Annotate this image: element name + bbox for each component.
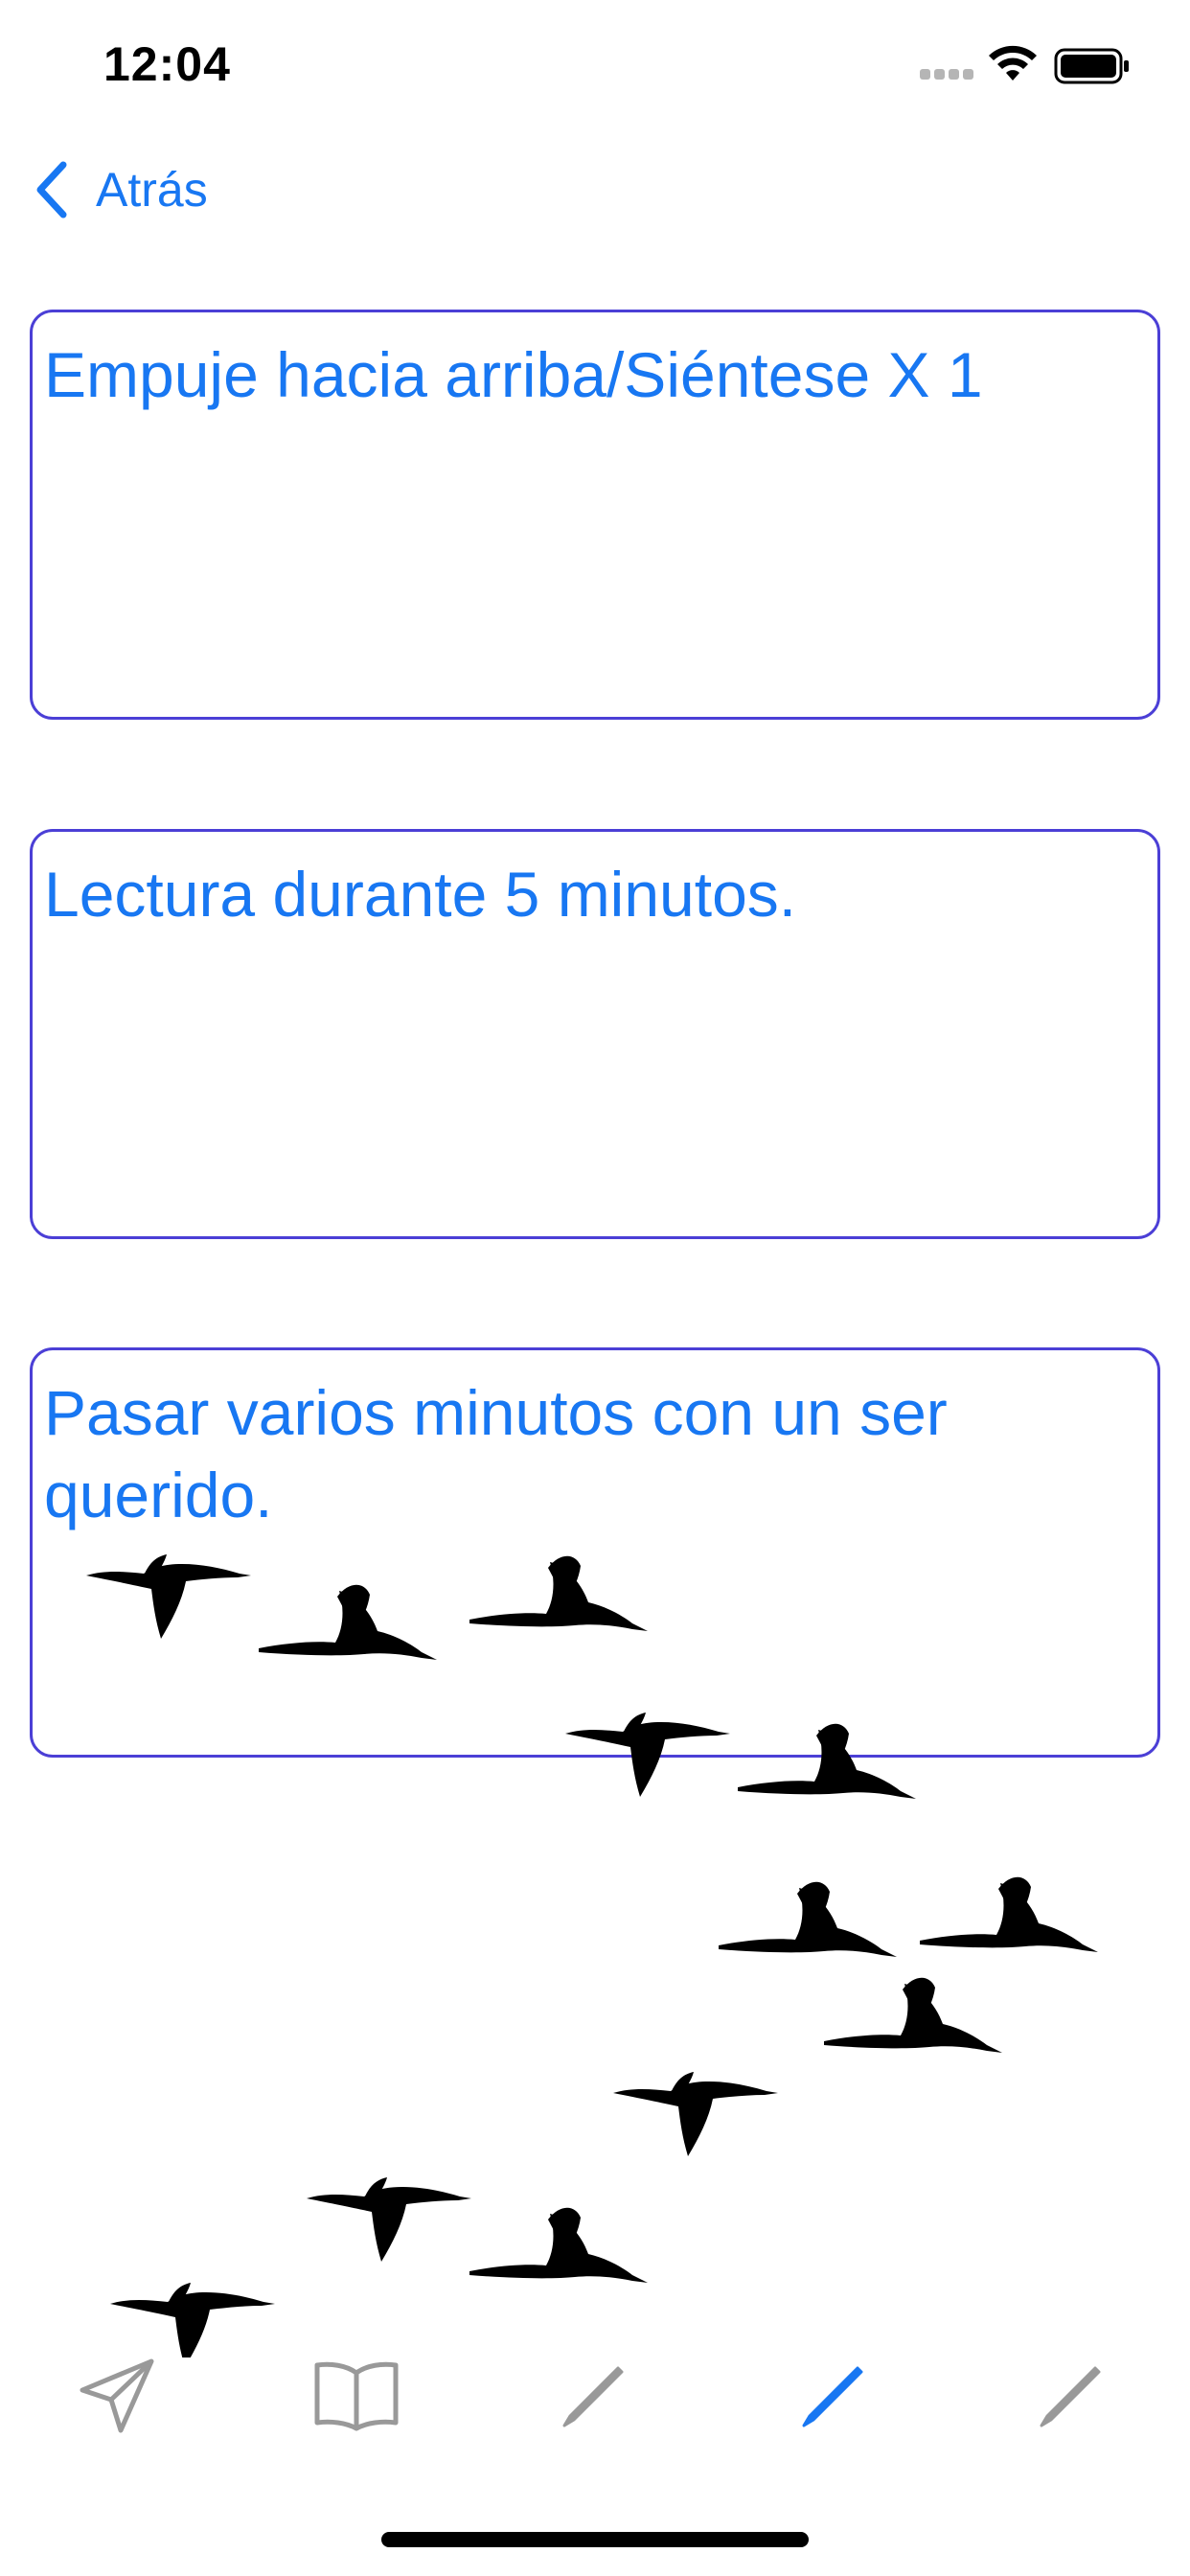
tab-bar [0, 2338, 1190, 2453]
status-bar: 12:04 [0, 0, 1190, 126]
pencil-icon [802, 2366, 863, 2427]
activity-card[interactable]: Empuje hacia arriba/Siéntese X 1 [30, 310, 1160, 720]
paper-plane-icon [80, 2358, 154, 2433]
book-icon [314, 2361, 399, 2431]
tab-edit-3[interactable] [1014, 2338, 1129, 2453]
back-button[interactable]: Atrás [33, 155, 208, 224]
activity-card[interactable]: Pasar varios minutos con un ser querido. [30, 1347, 1160, 1758]
tab-book[interactable] [299, 2338, 414, 2453]
pencil-icon [562, 2366, 624, 2427]
activity-card-text: Pasar varios minutos con un ser querido. [44, 1377, 948, 1530]
tab-edit-1[interactable] [537, 2338, 652, 2453]
cellular-signal-icon [920, 67, 977, 84]
pencil-icon [1040, 2366, 1101, 2427]
chevron-left-icon [36, 161, 67, 218]
wifi-icon [989, 45, 1037, 80]
battery-icon [1054, 48, 1129, 84]
back-label: Atrás [96, 163, 208, 217]
tab-send[interactable] [59, 2338, 174, 2453]
activity-card[interactable]: Lectura durante 5 minutos. [30, 829, 1160, 1239]
status-time: 12:04 [103, 37, 231, 91]
home-indicator[interactable] [381, 2532, 809, 2547]
activity-card-text: Empuje hacia arriba/Siéntese X 1 [44, 339, 983, 410]
activity-card-text: Lectura durante 5 minutos. [44, 859, 797, 930]
tab-edit-2[interactable] [776, 2338, 891, 2453]
